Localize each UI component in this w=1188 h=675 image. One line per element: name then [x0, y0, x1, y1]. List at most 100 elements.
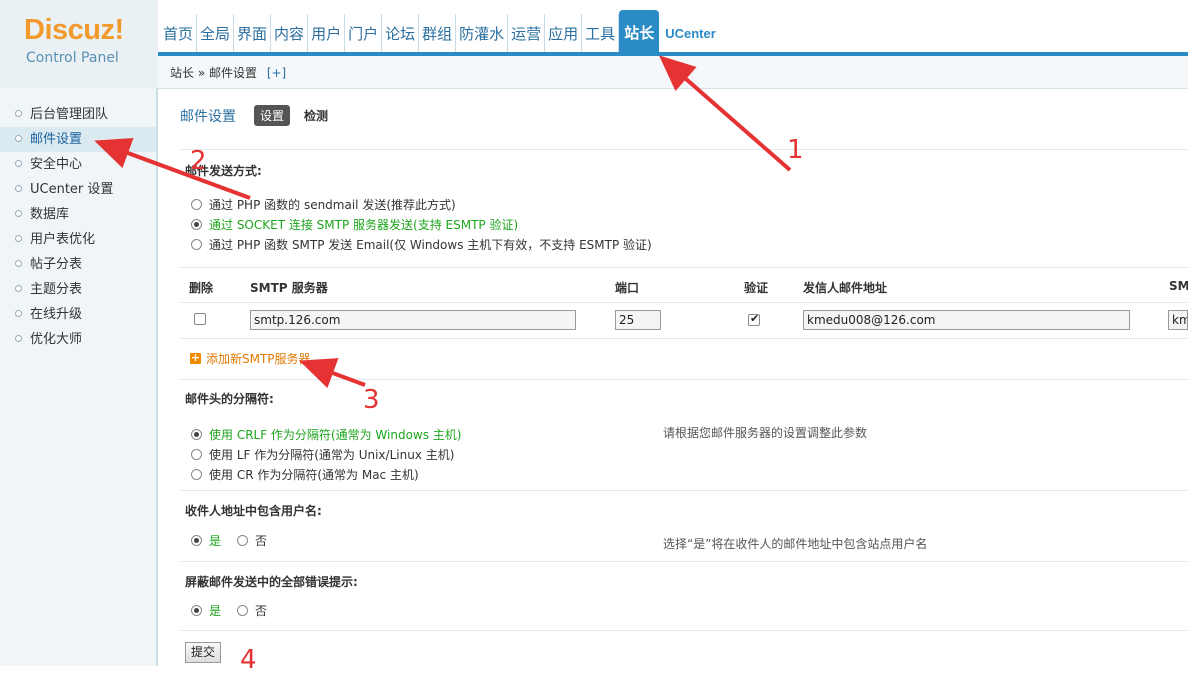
bullet-icon	[15, 335, 22, 342]
divider	[180, 630, 1188, 631]
sidebar-item-label: 用户表优化	[30, 232, 96, 247]
bullet-icon	[15, 235, 22, 242]
sidebar-item-upgrade[interactable]: 在线升级	[0, 302, 156, 327]
sidebar-item-mail-settings[interactable]: 邮件设置	[0, 127, 156, 152]
nav-forum[interactable]: 论坛	[382, 14, 420, 52]
delimiter-option-crlf[interactable]: 使用 CRLF 作为分隔符(通常为 Windows 主机)	[191, 426, 462, 443]
option-label: 使用 CR 作为分隔符(通常为 Mac 主机)	[209, 468, 419, 482]
col-port: 端口	[615, 281, 640, 295]
top-nav: 首页 全局 界面 内容 用户 门户 论坛 群组 防灌水 运营 应用 工具 站长 …	[160, 10, 722, 52]
bullet-icon	[15, 285, 22, 292]
option-label: 通过 PHP 函数的 sendmail 发送(推荐此方式)	[209, 198, 456, 212]
nav-user[interactable]: 用户	[308, 14, 346, 52]
nav-apps[interactable]: 应用	[545, 14, 583, 52]
annotation-number-1: 1	[787, 135, 804, 165]
radio-checked-icon[interactable]	[191, 535, 202, 546]
add-smtp-label: 添加新SMTP服务器	[206, 352, 311, 366]
nav-global[interactable]: 全局	[197, 14, 235, 52]
sidebar-item-thread-split[interactable]: 主题分表	[0, 277, 156, 302]
sidebar-item-admin-team[interactable]: 后台管理团队	[0, 102, 156, 127]
sidebar-item-ucenter[interactable]: UCenter 设置	[0, 177, 156, 202]
bullet-icon	[15, 210, 22, 217]
include-username-hint: 选择“是”将在收件人的邮件地址中包含站点用户名	[663, 537, 928, 551]
divider	[180, 267, 1188, 268]
add-smtp-server-link[interactable]: + 添加新SMTP服务器	[190, 350, 311, 367]
header: Discuz! Control Panel 首页 全局 界面 内容 用户 门户 …	[0, 0, 1188, 88]
sidebar-item-label: 主题分表	[30, 282, 83, 297]
col-user: SM	[1169, 279, 1188, 293]
radio-icon[interactable]	[191, 449, 202, 460]
option-yes[interactable]: 是	[209, 532, 221, 549]
col-from: 发信人邮件地址	[803, 281, 888, 295]
nav-operation[interactable]: 运营	[508, 14, 546, 52]
divider	[180, 302, 1188, 303]
radio-icon[interactable]	[191, 199, 202, 210]
smtp-port-input[interactable]: 25	[615, 310, 661, 330]
send-method-option-socket[interactable]: 通过 SOCKET 连接 SMTP 服务器发送(支持 ESMTP 验证)	[191, 216, 518, 233]
col-auth: 验证	[744, 281, 769, 295]
delimiter-option-lf[interactable]: 使用 LF 作为分隔符(通常为 Unix/Linux 主机)	[191, 446, 454, 463]
annotation-number-2: 2	[190, 146, 207, 176]
tab-check[interactable]: 检测	[298, 105, 334, 126]
divider	[180, 561, 1188, 562]
send-method-option-sendmail[interactable]: 通过 PHP 函数的 sendmail 发送(推荐此方式)	[191, 196, 456, 213]
delimiter-label: 邮件头的分隔符:	[185, 392, 274, 406]
main-content: 邮件设置 设置 检测 邮件发送方式: 通过 PHP 函数的 sendmail 发…	[160, 89, 1188, 666]
sidebar-item-user-table[interactable]: 用户表优化	[0, 227, 156, 252]
sidebar-item-post-split[interactable]: 帖子分表	[0, 252, 156, 277]
radio-icon[interactable]	[191, 469, 202, 480]
col-server: SMTP 服务器	[250, 281, 328, 295]
delimiter-option-cr[interactable]: 使用 CR 作为分隔符(通常为 Mac 主机)	[191, 466, 419, 483]
sidebar-item-optimizer[interactable]: 优化大师	[0, 327, 156, 352]
nav-portal[interactable]: 门户	[345, 14, 383, 52]
radio-icon[interactable]	[191, 239, 202, 250]
submit-button[interactable]: 提交	[185, 642, 221, 663]
sidebar-item-label: UCenter 设置	[30, 182, 114, 197]
option-no[interactable]: 否	[255, 532, 267, 549]
auth-checkbox[interactable]	[748, 312, 760, 326]
radio-checked-icon[interactable]	[191, 429, 202, 440]
divider	[180, 338, 1188, 339]
option-no[interactable]: 否	[255, 602, 267, 619]
nav-tools[interactable]: 工具	[582, 14, 620, 52]
radio-icon[interactable]	[237, 535, 249, 546]
breadcrumb-toggle[interactable]: [+]	[267, 66, 286, 80]
delimiter-hint: 请根据您邮件服务器的设置调整此参数	[663, 426, 868, 440]
radio-checked-icon[interactable]	[191, 219, 202, 230]
breadcrumb: 站长 » 邮件设置 [+]	[158, 56, 1188, 89]
nav-home[interactable]: 首页	[160, 14, 198, 52]
smtp-server-input[interactable]: smtp.126.com	[250, 310, 576, 330]
tab-settings[interactable]: 设置	[254, 105, 291, 126]
nav-content[interactable]: 内容	[271, 14, 309, 52]
bullet-icon	[15, 260, 22, 267]
nav-ucenter[interactable]: UCenter	[659, 14, 722, 52]
nav-group[interactable]: 群组	[419, 14, 457, 52]
divider	[180, 379, 1188, 380]
bullet-icon	[15, 135, 22, 142]
radio-checked-icon[interactable]	[191, 605, 202, 616]
nav-webmaster[interactable]: 站长	[619, 10, 660, 52]
sidebar-item-label: 数据库	[30, 207, 70, 222]
sidebar-item-security[interactable]: 安全中心	[0, 152, 156, 177]
option-label: 使用 LF 作为分隔符(通常为 Unix/Linux 主机)	[209, 448, 455, 462]
plus-icon: +	[190, 351, 201, 364]
nav-interface[interactable]: 界面	[234, 14, 272, 52]
radio-icon[interactable]	[237, 605, 249, 616]
sidebar-item-database[interactable]: 数据库	[0, 202, 156, 227]
from-address-input[interactable]: kmedu008@126.com	[803, 310, 1130, 330]
col-delete: 删除	[189, 281, 214, 295]
silent-errors-options: 是 否	[191, 602, 267, 619]
divider	[180, 149, 1188, 150]
sidebar-item-label: 安全中心	[30, 157, 83, 172]
nav-antispam[interactable]: 防灌水	[456, 14, 509, 52]
bullet-icon	[15, 160, 22, 167]
include-username-options: 是 否	[191, 532, 267, 549]
smtp-user-input[interactable]: km	[1168, 310, 1188, 330]
sidebar-item-label: 邮件设置	[30, 132, 83, 147]
title-row: 邮件设置 设置 检测	[180, 105, 342, 126]
bullet-icon	[15, 110, 22, 117]
option-yes[interactable]: 是	[209, 602, 221, 619]
include-username-label: 收件人地址中包含用户名:	[185, 504, 322, 518]
delete-checkbox[interactable]	[194, 313, 206, 325]
send-method-option-php-smtp[interactable]: 通过 PHP 函数 SMTP 发送 Email(仅 Windows 主机下有效，…	[191, 236, 652, 253]
